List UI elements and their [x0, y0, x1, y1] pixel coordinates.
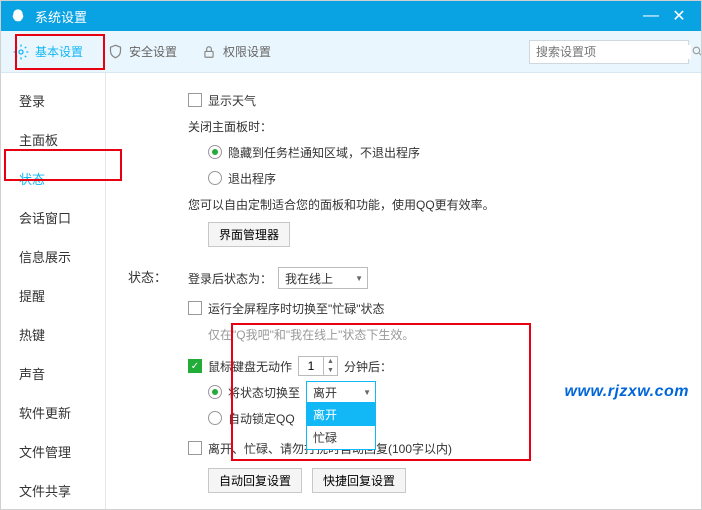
app-logo-icon [9, 7, 27, 25]
checkbox-show-weather[interactable] [188, 93, 202, 107]
idle-status-option-away[interactable]: 离开 [307, 403, 375, 426]
tab-permission-label: 权限设置 [223, 43, 271, 60]
search-input[interactable] [536, 45, 691, 59]
minimize-button[interactable]: — [637, 7, 665, 25]
radio-idle-switch[interactable] [208, 385, 222, 399]
idle-minutes-input[interactable] [299, 357, 323, 375]
panel-manager-button[interactable]: 界面管理器 [208, 222, 290, 247]
label-close-exit: 退出程序 [228, 170, 276, 187]
tab-basic-label: 基本设置 [35, 43, 83, 60]
sidebar-item-infodisplay[interactable]: 信息展示 [1, 237, 105, 276]
radio-close-hide[interactable] [208, 145, 222, 159]
search-box[interactable] [529, 40, 689, 64]
tab-security-label: 安全设置 [129, 43, 177, 60]
sidebar-item-login[interactable]: 登录 [1, 81, 105, 120]
sidebar-item-sound[interactable]: 声音 [1, 354, 105, 393]
stepper-down-icon[interactable]: ▼ [324, 366, 337, 375]
shield-icon [107, 44, 123, 60]
sidebar-item-mainpanel[interactable]: 主面板 [1, 120, 105, 159]
label-login-status: 登录后状态为： [188, 270, 272, 287]
sidebar-item-update[interactable]: 软件更新 [1, 393, 105, 432]
label-close-panel: 关闭主面板时： [188, 118, 272, 135]
note-fullscreen: 仅在"Q我吧"和"我在线上"状态下生效。 [208, 326, 414, 343]
search-icon [691, 45, 702, 59]
tabbar: 基本设置 安全设置 权限设置 [1, 31, 701, 73]
auto-reply-button[interactable]: 自动回复设置 [208, 468, 302, 493]
label-fullscreen-busy: 运行全屏程序时切换至"忙碌"状态 [208, 300, 385, 317]
tab-basic[interactable]: 基本设置 [13, 43, 83, 60]
idle-status-dropdown: 离开 忙碌 [306, 403, 376, 450]
window-title: 系统设置 [35, 7, 637, 26]
checkbox-away-autoreply[interactable] [188, 441, 202, 455]
sidebar: 登录 主面板 状态 会话窗口 信息展示 提醒 热键 声音 软件更新 文件管理 文… [1, 73, 106, 509]
checkbox-idle[interactable]: ✓ [188, 359, 202, 373]
checkbox-fullscreen-busy[interactable] [188, 301, 202, 315]
sidebar-item-status[interactable]: 状态 [1, 159, 105, 198]
label-idle-suffix: 分钟后： [344, 358, 392, 375]
tab-permission[interactable]: 权限设置 [201, 43, 271, 60]
label-close-hide: 隐藏到任务栏通知区域，不退出程序 [228, 144, 420, 161]
label-show-weather: 显示天气 [208, 92, 256, 109]
gear-icon [13, 44, 29, 60]
chevron-down-icon: ▼ [355, 274, 363, 283]
sidebar-item-chatwin[interactable]: 会话窗口 [1, 198, 105, 237]
sidebar-item-files[interactable]: 文件管理 [1, 432, 105, 471]
sidebar-item-alerts[interactable]: 提醒 [1, 276, 105, 315]
idle-minutes-stepper[interactable]: ▲▼ [298, 356, 338, 376]
close-button[interactable]: ✕ [665, 6, 693, 26]
label-idle-switch: 将状态切换至 [228, 384, 300, 401]
chevron-down-icon: ▼ [363, 388, 371, 397]
lock-icon [201, 44, 217, 60]
sidebar-item-hotkeys[interactable]: 热键 [1, 315, 105, 354]
radio-idle-lock[interactable] [208, 411, 222, 425]
quick-reply-button[interactable]: 快捷回复设置 [312, 468, 406, 493]
section-status-label: 状态： [128, 265, 188, 286]
content-pane: 显示天气 关闭主面板时： 隐藏到任务栏通知区域，不退出程序 退出程序 您可以自由… [106, 73, 701, 509]
sidebar-item-share[interactable]: 文件共享 [1, 471, 105, 509]
select-idle-status[interactable]: 离开▼ [306, 381, 376, 403]
label-customize-note: 您可以自由定制适合您的面板和功能，使用QQ更有效率。 [188, 196, 495, 213]
titlebar: 系统设置 — ✕ [1, 1, 701, 31]
tab-security[interactable]: 安全设置 [107, 43, 177, 60]
idle-status-option-busy[interactable]: 忙碌 [307, 426, 375, 449]
radio-close-exit[interactable] [208, 171, 222, 185]
label-idle-lock: 自动锁定QQ [228, 410, 295, 427]
label-idle-prefix: 鼠标键盘无动作 [208, 358, 292, 375]
stepper-up-icon[interactable]: ▲ [324, 357, 337, 366]
select-login-status[interactable]: 我在线上▼ [278, 267, 368, 289]
